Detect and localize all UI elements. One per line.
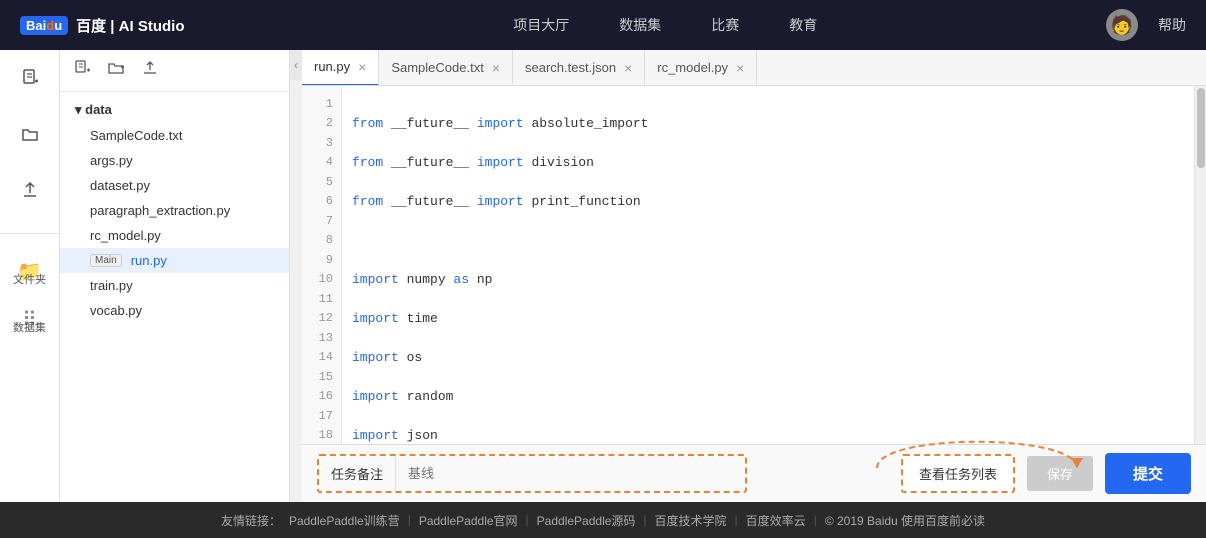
editor-wrapper: run.py × SampleCode.txt × search.test.js… bbox=[302, 50, 1206, 502]
menu-education[interactable]: 教育 bbox=[789, 15, 817, 35]
line-numbers: 1 2 3 4 5 6 7 8 9 10 11 12 13 14 15 16 1 bbox=[302, 86, 342, 444]
tab-samplecode[interactable]: SampleCode.txt × bbox=[379, 50, 513, 86]
open-folder-button[interactable] bbox=[12, 116, 48, 152]
footer-link-baiducloud[interactable]: 百度效率云 bbox=[746, 512, 806, 529]
tab-search-test-close[interactable]: × bbox=[624, 60, 632, 76]
footer-copyright: © 2019 Baidu 使用百度前必读 bbox=[825, 512, 985, 529]
footer-prefix: 友情链接： bbox=[221, 512, 281, 529]
tab-rc-model[interactable]: rc_model.py × bbox=[645, 50, 757, 86]
user-avatar[interactable]: 🧑 bbox=[1106, 9, 1138, 41]
footer-link-baidutechacademy[interactable]: 百度技术学院 bbox=[655, 512, 727, 529]
task-notes-label: 任务备注 bbox=[319, 456, 396, 491]
sidebar: 📁 文件夹 ⠿ 数据集 bbox=[0, 50, 60, 502]
file-train[interactable]: train.py bbox=[60, 273, 289, 298]
upload-button[interactable] bbox=[12, 172, 48, 208]
baidu-logo: Baidu bbox=[20, 16, 68, 35]
top-navigation: Baidu 百度 | AI Studio 项目大厅 数据集 比赛 教育 🧑 帮助 bbox=[0, 0, 1206, 50]
menu-datasets[interactable]: 数据集 bbox=[619, 15, 661, 35]
code-content[interactable]: from __future__ import absolute_import f… bbox=[342, 86, 1194, 444]
menu-competition[interactable]: 比赛 bbox=[711, 15, 739, 35]
baseline-input[interactable] bbox=[396, 456, 745, 491]
tab-run-py-close[interactable]: × bbox=[358, 59, 366, 75]
file-args[interactable]: args.py bbox=[60, 148, 289, 173]
file-rcmodel[interactable]: rc_model.py bbox=[60, 223, 289, 248]
task-input-group: 任务备注 bbox=[317, 454, 747, 493]
tab-rc-model-label: rc_model.py bbox=[657, 60, 728, 75]
footer-link-paddlecamp[interactable]: PaddlePaddle训练营 bbox=[289, 512, 400, 529]
help-link[interactable]: 帮助 bbox=[1158, 15, 1186, 35]
editor-area: run.py × SampleCode.txt × search.test.js… bbox=[302, 50, 1206, 444]
menu-projects[interactable]: 项目大厅 bbox=[513, 15, 569, 35]
file-run[interactable]: Main run.py bbox=[60, 248, 289, 273]
file-paragraph[interactable]: paragraph_extraction.py bbox=[60, 198, 289, 223]
file-samplecode[interactable]: SampleCode.txt bbox=[60, 123, 289, 148]
footer-link-paddlesrc[interactable]: PaddlePaddle源码 bbox=[537, 512, 636, 529]
panel-collapse-handle[interactable]: ‹ bbox=[290, 50, 302, 80]
tabs-bar: run.py × SampleCode.txt × search.test.js… bbox=[302, 50, 1206, 86]
footer: 友情链接： PaddlePaddle训练营 | PaddlePaddle官网 |… bbox=[0, 502, 1206, 538]
main-menu: 项目大厅 数据集 比赛 教育 bbox=[225, 15, 1107, 35]
files-label: 文件夹 bbox=[13, 271, 46, 287]
dataset-sidebar-item[interactable]: ⠿ 数据集 bbox=[13, 307, 46, 335]
file-panel: ▾ data SampleCode.txt args.py dataset.py… bbox=[60, 50, 290, 502]
nav-right: 🧑 帮助 bbox=[1106, 9, 1186, 41]
file-list: ▾ data SampleCode.txt args.py dataset.py… bbox=[60, 92, 289, 502]
view-tasks-button[interactable]: 查看任务列表 bbox=[901, 454, 1015, 493]
new-folder-toolbar-btn[interactable] bbox=[104, 58, 128, 83]
main-area: 📁 文件夹 ⠿ 数据集 ▾ data SampleCode.txt args bbox=[0, 50, 1206, 502]
main-badge: Main bbox=[90, 254, 122, 267]
file-dataset[interactable]: dataset.py bbox=[60, 173, 289, 198]
file-vocab[interactable]: vocab.py bbox=[60, 298, 289, 323]
tab-search-test[interactable]: search.test.json × bbox=[513, 50, 645, 86]
scrollbar[interactable] bbox=[1194, 86, 1206, 444]
save-button[interactable]: 保存 bbox=[1027, 456, 1093, 491]
dataset-label: 数据集 bbox=[13, 319, 46, 335]
tab-run-py-label: run.py bbox=[314, 59, 350, 74]
files-sidebar-item[interactable]: 📁 文件夹 bbox=[13, 259, 46, 287]
bottom-task-bar: 任务备注 查看任务列表 保存 提交 bbox=[302, 444, 1206, 502]
new-file-toolbar-btn[interactable] bbox=[70, 58, 94, 83]
upload-toolbar-btn[interactable] bbox=[138, 58, 162, 83]
studio-name: 百度 | AI Studio bbox=[76, 15, 184, 36]
file-toolbar bbox=[60, 50, 289, 92]
tab-samplecode-close[interactable]: × bbox=[492, 60, 500, 76]
tab-run-py[interactable]: run.py × bbox=[302, 50, 379, 86]
folder-data[interactable]: ▾ data bbox=[60, 97, 289, 123]
submit-button[interactable]: 提交 bbox=[1105, 453, 1191, 494]
new-file-button[interactable] bbox=[12, 60, 48, 96]
tab-samplecode-label: SampleCode.txt bbox=[391, 60, 484, 75]
tab-rc-model-close[interactable]: × bbox=[736, 60, 744, 76]
tab-search-test-label: search.test.json bbox=[525, 60, 616, 75]
logo: Baidu 百度 | AI Studio bbox=[20, 15, 185, 36]
code-editor: 1 2 3 4 5 6 7 8 9 10 11 12 13 14 15 16 1 bbox=[302, 86, 1206, 444]
footer-link-paddleofficial[interactable]: PaddlePaddle官网 bbox=[419, 512, 518, 529]
